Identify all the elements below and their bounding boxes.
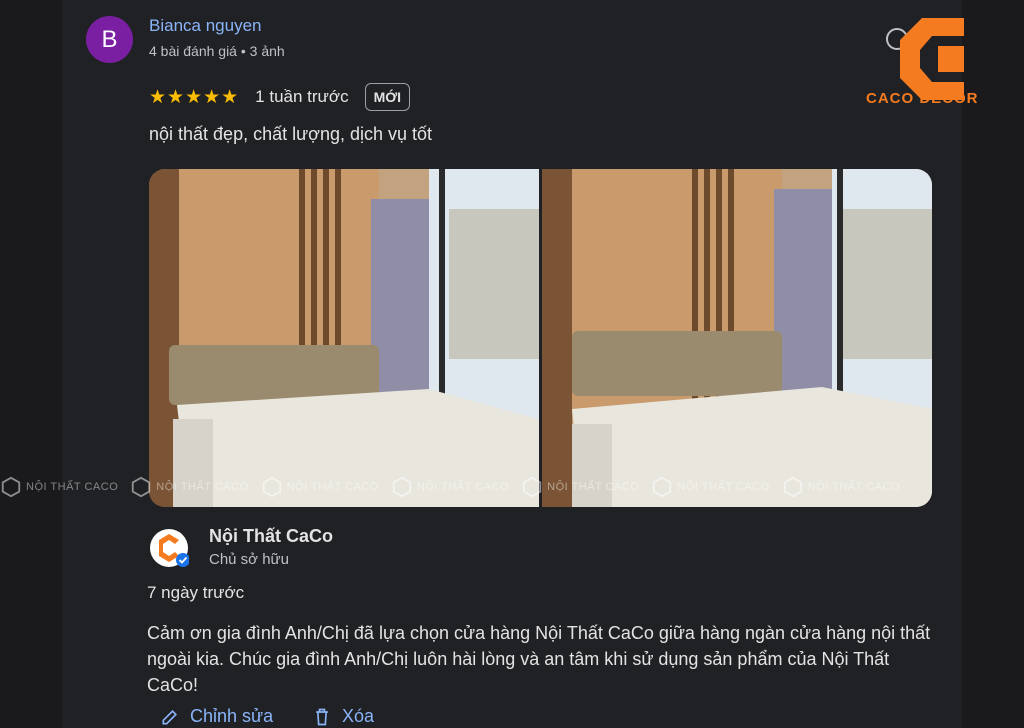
reply-text: Cảm ơn gia đình Anh/Chị đã lựa chọn cửa … bbox=[147, 623, 931, 695]
review-photo-1[interactable] bbox=[149, 169, 539, 507]
reviewer-meta: 4 bài đánh giá • 3 ảnh bbox=[149, 43, 285, 59]
star-rating: ★★★★★ bbox=[149, 86, 240, 108]
delete-label: Xóa bbox=[342, 706, 375, 726]
edit-label: Chỉnh sửa bbox=[190, 706, 274, 726]
owner-name: Nội Thất CaCo bbox=[209, 526, 333, 546]
delete-button[interactable]: Xóa bbox=[312, 706, 374, 727]
owner-role: Chủ sở hữu bbox=[209, 551, 289, 568]
review-photos bbox=[149, 169, 932, 507]
owner-logo-icon bbox=[150, 529, 189, 567]
pencil-icon bbox=[162, 709, 178, 724]
brand-text: CACO DECOR bbox=[866, 90, 979, 107]
new-badge: MỚI bbox=[364, 83, 411, 111]
reply-time: 7 ngày trước bbox=[147, 583, 245, 602]
review-time: 1 tuần trước bbox=[255, 87, 349, 106]
trash-icon bbox=[316, 708, 328, 725]
rating-row: ★★★★★ 1 tuần trước MỚI bbox=[149, 82, 411, 112]
avatar[interactable]: B bbox=[86, 16, 133, 63]
left-backdrop bbox=[0, 0, 62, 728]
review-photo-2[interactable] bbox=[542, 169, 932, 507]
reviewer-name[interactable]: Bianca nguyen bbox=[149, 16, 261, 36]
edit-button[interactable]: Chỉnh sửa bbox=[160, 706, 273, 727]
review-text: nội thất đẹp, chất lượng, dịch vụ tốt bbox=[149, 124, 433, 144]
